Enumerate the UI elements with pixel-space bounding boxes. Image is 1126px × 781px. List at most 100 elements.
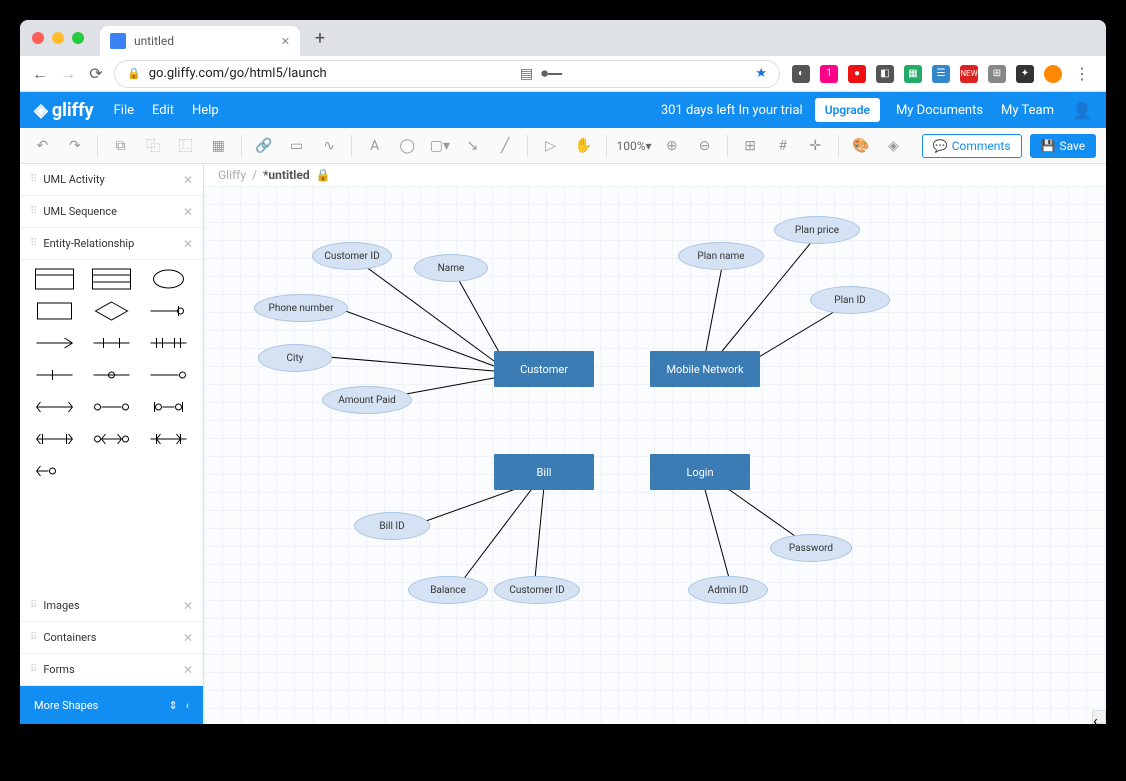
shape-conn-9[interactable] [144,396,193,418]
link-icon[interactable]: 🔗 [252,133,277,159]
ungroup-icon[interactable]: ⿺ [173,133,198,159]
zoom-out-icon[interactable]: ⊖ [692,133,717,159]
extension-icon[interactable]: ● [848,65,866,83]
app-logo[interactable]: ◈gliffy [34,100,94,121]
sidebar-category-uml-activity[interactable]: ⠿UML Activity✕ [20,164,203,196]
comments-button[interactable]: 💬 Comments [922,134,1022,158]
entity-mobile-network[interactable]: Mobile Network [650,351,760,387]
close-icon[interactable]: ✕ [183,173,193,187]
extension-icon[interactable]: ▦ [904,65,922,83]
document-title[interactable]: *untitled [263,168,310,182]
breadcrumb-root[interactable]: Gliffy [218,168,246,182]
redo-icon[interactable]: ↷ [63,133,88,159]
shape-conn-11[interactable] [87,428,136,450]
entity-customer[interactable]: Customer [494,351,594,387]
attr-phone[interactable]: Phone number [254,294,348,322]
nav-my-documents[interactable]: My Documents [896,103,983,118]
grid-alt-icon[interactable]: # [770,133,795,159]
circle-tool-icon[interactable]: ◯ [395,133,420,159]
shape-conn-8[interactable] [87,396,136,418]
shape-conn-1[interactable] [30,332,79,354]
nav-my-team[interactable]: My Team [1001,103,1054,118]
shape-conn-2[interactable] [87,332,136,354]
maximize-window-icon[interactable] [72,32,84,44]
close-icon[interactable]: ✕ [183,205,193,219]
connector-tool-icon[interactable]: ↘ [460,133,485,159]
pointer-tool-icon[interactable]: ▷ [538,133,563,159]
shape-conn-3[interactable] [144,332,193,354]
shape-diamond[interactable] [87,300,136,322]
attr-balance[interactable]: Balance [408,576,488,604]
line-tool-icon[interactable]: ╱ [493,133,518,159]
attr-plan-id[interactable]: Plan ID [810,286,890,314]
extension-icon[interactable]: ☰ [932,65,950,83]
close-icon[interactable]: ✕ [183,663,193,677]
forward-button[interactable]: → [58,64,78,84]
attr-name[interactable]: Name [414,254,488,282]
menu-help[interactable]: Help [192,103,219,118]
attr-bill-id[interactable]: Bill ID [354,512,430,540]
shape-conn-6[interactable] [144,364,193,386]
reload-button[interactable]: ⟳ [86,64,106,84]
grid-icon[interactable]: ⊞ [738,133,763,159]
undo-icon[interactable]: ↶ [30,133,55,159]
extension-icon[interactable]: ⊞ [988,65,1006,83]
shape-conn-5[interactable] [87,364,136,386]
extension-icon[interactable]: NEW [960,65,978,83]
upgrade-button[interactable]: Upgrade [815,98,880,122]
shape-conn-10[interactable] [30,428,79,450]
lock-icon[interactable]: 🔒 [316,168,331,182]
key-icon[interactable]: ⏺━ [541,66,562,82]
attr-city[interactable]: City [258,344,332,372]
shape-conn-7[interactable] [30,396,79,418]
bookmark-star-icon[interactable]: ★ [755,66,767,81]
puzzle-icon[interactable]: ✦ [1016,65,1034,83]
shape-title-rect[interactable] [30,268,79,290]
zoom-in-icon[interactable]: ⊕ [660,133,685,159]
moon-icon[interactable]: ◐ [792,65,810,83]
text-tool-icon[interactable]: A [362,133,387,159]
shape-table-rect[interactable] [87,268,136,290]
attr-amount-paid[interactable]: Amount Paid [322,386,412,414]
snap-icon[interactable]: ✛ [803,133,828,159]
menu-file[interactable]: File [114,103,134,118]
scroll-corner[interactable]: ‹ [1092,710,1106,724]
avatar-icon[interactable] [1044,65,1062,83]
more-shapes-button[interactable]: More Shapes ⇕‹ [20,686,203,724]
new-tab-button[interactable]: + [306,24,334,52]
attr-bill-customer-id[interactable]: Customer ID [494,576,580,604]
sidebar-category-uml-sequence[interactable]: ⠿UML Sequence✕ [20,196,203,228]
close-icon[interactable]: ✕ [183,631,193,645]
close-icon[interactable]: ✕ [183,237,193,251]
attr-customer-id[interactable]: Customer ID [312,242,392,270]
shape-rect[interactable] [30,300,79,322]
attr-plan-name[interactable]: Plan name [678,242,764,270]
rect-tool-icon[interactable]: ▢▾ [428,133,453,159]
zoom-level[interactable]: 100%▾ [617,139,652,153]
entity-login[interactable]: Login [650,454,750,490]
copystyle-icon[interactable]: ⧉ [108,133,133,159]
attr-admin-id[interactable]: Admin ID [688,576,768,604]
sidebar-category-containers[interactable]: ⠿Containers✕ [20,622,203,654]
diagram-canvas[interactable]: Customer Customer ID Name Phone number C… [204,186,1106,724]
sidebar-category-forms[interactable]: ⠿Forms✕ [20,654,203,686]
user-icon[interactable]: 👤 [1072,100,1092,120]
attr-password[interactable]: Password [770,534,852,562]
tab-close-icon[interactable]: ✕ [281,35,290,48]
shape-conn-13[interactable] [30,460,79,482]
arrange-icon[interactable]: ▦ [206,133,231,159]
close-icon[interactable]: ✕ [183,599,193,613]
address-bar[interactable]: 🔒 go.gliffy.com/go/html5/launch ▤ ⏺━ ★ [114,60,780,88]
entity-bill[interactable]: Bill [494,454,594,490]
browser-tab[interactable]: untitled ✕ [100,26,300,56]
reader-icon[interactable]: ▤ [520,66,533,82]
extension-icon[interactable]: ◧ [876,65,894,83]
shape-ellipse[interactable] [144,268,193,290]
minimize-window-icon[interactable] [52,32,64,44]
sidebar-category-images[interactable]: ⠿Images✕ [20,590,203,622]
save-button[interactable]: 💾 Save [1030,134,1097,158]
pan-tool-icon[interactable]: ✋ [571,133,596,159]
lasso-icon[interactable]: ∿ [317,133,342,159]
back-button[interactable]: ← [30,64,50,84]
sidebar-category-entity-relationship[interactable]: ⠿Entity-Relationship✕ [20,228,203,260]
